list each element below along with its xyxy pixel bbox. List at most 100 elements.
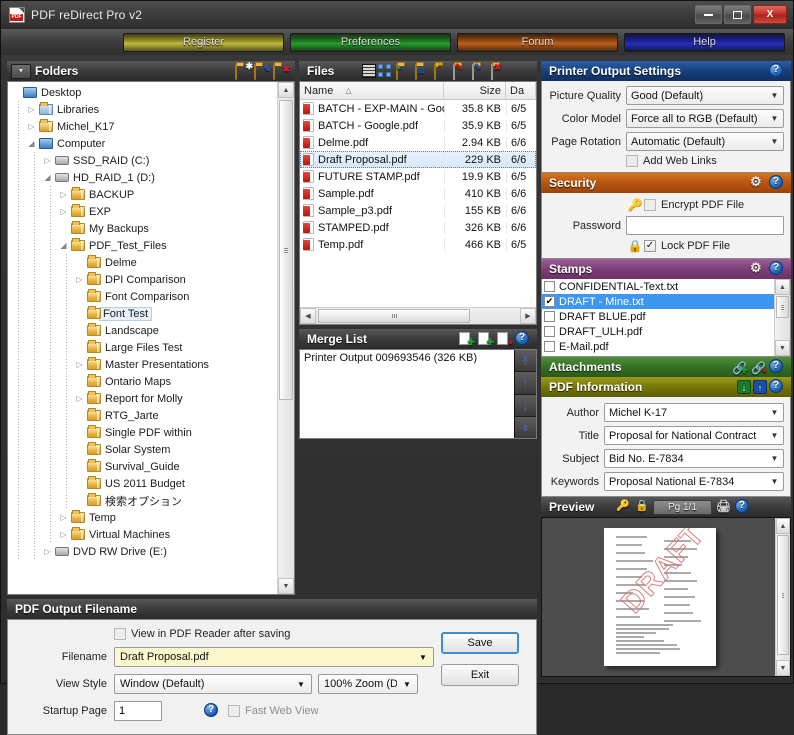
- folder-tree-scrollbar-vertical[interactable]: ▲ ▼: [277, 82, 294, 594]
- add-web-links-checkbox[interactable]: Add Web Links: [626, 155, 717, 167]
- merge-help-icon[interactable]: ?: [515, 331, 532, 347]
- column-header-size[interactable]: Size: [444, 82, 506, 99]
- picture-quality-select[interactable]: Good (Default) ▼: [626, 86, 784, 105]
- rename-folder-icon[interactable]: ✎: [254, 63, 271, 80]
- folder-tree[interactable]: Desktop ▷ Libraries ▷ Michel_K17 ◢ Computer ▷ SS…: [7, 81, 295, 595]
- table-row[interactable]: BATCH - Google.pdf 35.9 KB 6/5: [300, 117, 536, 134]
- folder-tree-item[interactable]: Solar System: [10, 441, 277, 458]
- key-icon[interactable]: 🔑: [616, 499, 633, 515]
- folder-tree-item[interactable]: Font Test: [10, 305, 277, 322]
- fast-web-view-checkbox[interactable]: Fast Web View: [228, 705, 319, 717]
- filename-input[interactable]: Draft Proposal.pdf ▼: [114, 647, 434, 667]
- list-item[interactable]: E-Mail.pdf: [542, 339, 774, 354]
- scroll-down-arrow[interactable]: ▼: [775, 340, 790, 356]
- chevron-down-icon[interactable]: ▼: [11, 63, 31, 79]
- folder-tree-item[interactable]: ▷ DVD RW Drive (E:): [10, 543, 277, 560]
- folder-tree-item[interactable]: 検索オプション: [10, 492, 277, 509]
- table-row[interactable]: Draft Proposal.pdf 229 KB 6/6: [300, 151, 536, 168]
- maximize-button[interactable]: [724, 5, 751, 24]
- pdf-information-help-icon[interactable]: ?: [769, 379, 786, 395]
- color-model-select[interactable]: Force all to RGB (Default) ▼: [626, 109, 784, 128]
- stamps-scrollbar-vertical[interactable]: ▲ ▼: [774, 279, 790, 356]
- scroll-right-arrow[interactable]: ▶: [520, 308, 536, 324]
- tree-expander[interactable]: ▷: [58, 207, 69, 216]
- nav-help-button[interactable]: Help: [624, 32, 785, 52]
- tree-expander[interactable]: ▷: [74, 360, 85, 369]
- tree-expander[interactable]: ▷: [26, 105, 37, 114]
- lock-icon[interactable]: 🔒: [635, 499, 652, 515]
- list-item[interactable]: ✔ DRAFT - Mine.txt: [542, 294, 774, 309]
- folder-tree-item[interactable]: ▷ Libraries: [10, 101, 277, 118]
- nav-register-button[interactable]: Register: [123, 32, 284, 52]
- tree-expander[interactable]: ◢: [42, 173, 53, 182]
- password-input[interactable]: [626, 216, 784, 235]
- title-select[interactable]: Proposal for National Contract ▼: [604, 426, 784, 445]
- delete-file-icon[interactable]: ✖: [491, 63, 508, 80]
- open-file-icon[interactable]: ↗: [434, 61, 451, 80]
- print-icon[interactable]: 🖨: [716, 499, 733, 515]
- merge-list-body[interactable]: Printer Output 009693546 (326 KB) ↟ ↑ ↓ …: [299, 349, 537, 439]
- folder-tree-item[interactable]: ◢ HD_RAID_1 (D:): [10, 169, 277, 186]
- add-attachment-icon[interactable]: 🔗 ✚: [731, 359, 748, 375]
- table-row[interactable]: Delme.pdf 2.94 KB 6/6: [300, 134, 536, 151]
- preview-scrollbar-vertical[interactable]: ▲ ▼: [775, 518, 790, 676]
- stamp-checkbox[interactable]: [544, 311, 555, 322]
- column-header-date[interactable]: Da: [506, 82, 536, 99]
- table-row[interactable]: Temp.pdf 466 KB 6/5: [300, 236, 536, 253]
- view-in-reader-checkbox[interactable]: View in PDF Reader after saving: [114, 628, 290, 640]
- printer-output-help-icon[interactable]: ?: [769, 63, 786, 79]
- move-down-button[interactable]: ↓: [515, 394, 536, 417]
- scroll-left-arrow[interactable]: ◀: [300, 308, 316, 324]
- startup-page-input[interactable]: 1: [114, 701, 162, 721]
- nav-forum-button[interactable]: Forum: [457, 32, 618, 52]
- browse-folder-icon[interactable]: ●: [396, 63, 413, 80]
- table-row[interactable]: FUTURE STAMP.pdf 19.9 KB 6/5: [300, 168, 536, 185]
- scroll-thumb[interactable]: [777, 535, 789, 655]
- folder-tree-item[interactable]: RTG_Jarte: [10, 407, 277, 424]
- table-row[interactable]: Sample.pdf 410 KB 6/6: [300, 185, 536, 202]
- exit-button[interactable]: Exit: [441, 664, 519, 686]
- list-item[interactable]: CONFIDENTIAL-Text.txt: [542, 279, 774, 294]
- fast-web-help-icon[interactable]: ?: [204, 703, 221, 719]
- email-folder-icon[interactable]: ✉: [415, 63, 432, 80]
- folder-tree-item[interactable]: Desktop: [10, 84, 277, 101]
- tree-expander[interactable]: ▷: [74, 275, 85, 284]
- stamp-checkbox[interactable]: [544, 326, 555, 337]
- icon-view-icon[interactable]: [378, 64, 394, 78]
- merge-list-item[interactable]: Printer Output 009693546 (326 KB): [300, 350, 536, 366]
- scroll-up-arrow[interactable]: ▲: [776, 518, 790, 534]
- scroll-thumb[interactable]: [776, 296, 789, 318]
- folder-tree-item[interactable]: US 2011 Budget: [10, 475, 277, 492]
- stamp-checkbox[interactable]: [544, 341, 555, 352]
- rename-file-icon[interactable]: ✎: [472, 63, 489, 80]
- scroll-up-arrow[interactable]: ▲: [775, 279, 790, 295]
- stamps-help-icon[interactable]: ?: [769, 261, 786, 277]
- tree-expander[interactable]: ▷: [58, 190, 69, 199]
- scroll-thumb[interactable]: [279, 100, 293, 400]
- folder-tree-item[interactable]: Landscape: [10, 322, 277, 339]
- scroll-thumb-horizontal[interactable]: [318, 309, 470, 323]
- column-header-name[interactable]: Name △: [300, 82, 444, 99]
- author-select[interactable]: Michel K-17 ▼: [604, 403, 784, 422]
- list-view-icon[interactable]: [362, 64, 376, 78]
- stamp-checkbox[interactable]: ✔: [544, 296, 555, 307]
- lock-pdf-checkbox[interactable]: ✓ Lock PDF File: [644, 240, 784, 252]
- keywords-select[interactable]: Proposal National E-7834 ▼: [604, 472, 784, 491]
- folder-tree-item[interactable]: ▷ Report for Molly: [10, 390, 277, 407]
- remove-attachment-icon[interactable]: 🔗 ●: [750, 359, 767, 375]
- preview-help-icon[interactable]: ?: [734, 499, 752, 515]
- tree-expander[interactable]: ◢: [58, 241, 69, 250]
- folder-tree-item[interactable]: ▷ Temp: [10, 509, 277, 526]
- info-download-icon[interactable]: ↓: [737, 380, 751, 394]
- add-all-icon[interactable]: ✚: [477, 331, 494, 347]
- files-list[interactable]: Name △ Size Da BATCH - EXP-MAIN - Goo…35…: [299, 81, 537, 325]
- folder-tree-item[interactable]: ▷ Master Presentations: [10, 356, 277, 373]
- move-to-top-button[interactable]: ↟: [515, 350, 536, 373]
- close-button[interactable]: X: [753, 5, 787, 24]
- list-item[interactable]: DRAFT_ULH.pdf: [542, 324, 774, 339]
- folder-tree-item[interactable]: Ontario Maps: [10, 373, 277, 390]
- folder-tree-item[interactable]: Single PDF within: [10, 424, 277, 441]
- security-help-icon[interactable]: ?: [769, 175, 786, 191]
- gear-icon[interactable]: ⚙: [750, 261, 767, 277]
- tree-expander[interactable]: ▷: [42, 547, 53, 556]
